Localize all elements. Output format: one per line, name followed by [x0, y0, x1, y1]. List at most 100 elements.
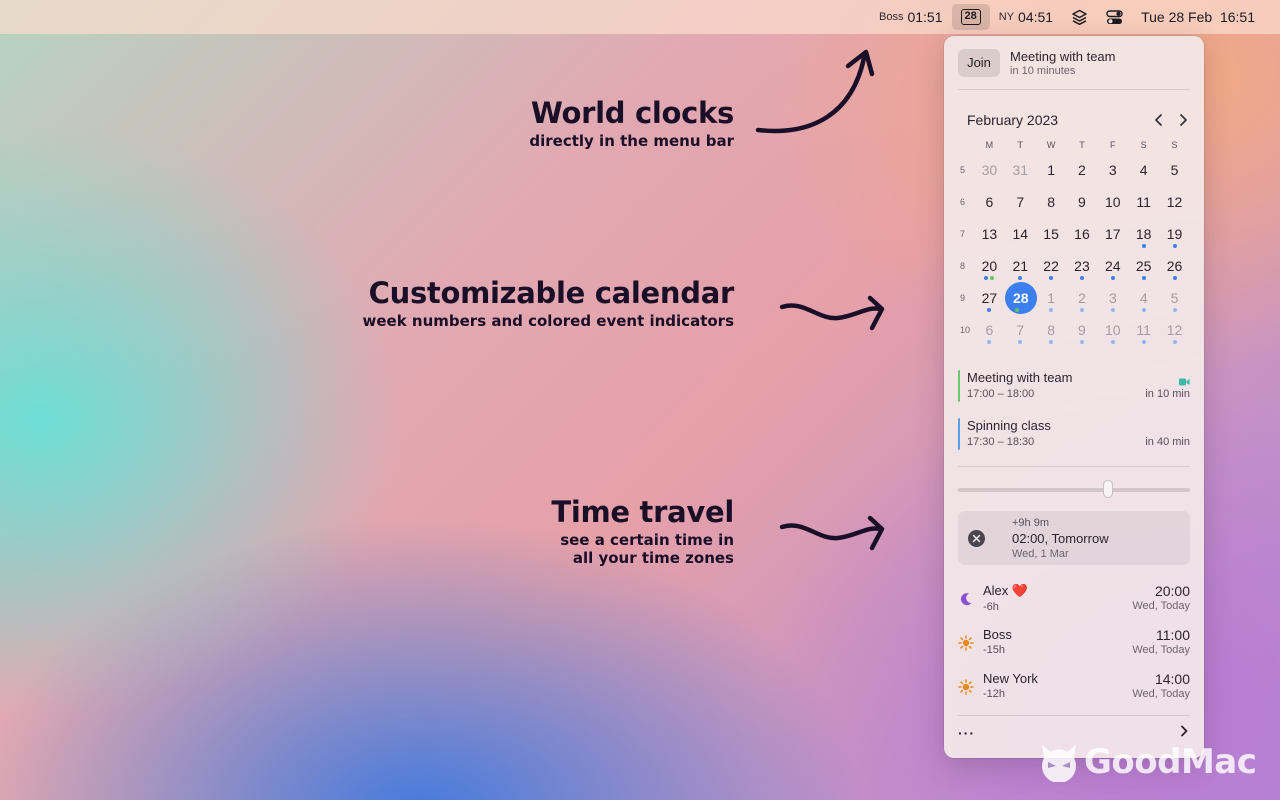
week-number: 6: [960, 197, 966, 207]
event-indicators: [1128, 340, 1159, 344]
calendar-day[interactable]: 4: [1128, 154, 1159, 186]
day-number: 2: [1078, 290, 1086, 306]
time-travel-slider[interactable]: [958, 467, 1190, 511]
calendar-day[interactable]: 6: [974, 186, 1005, 218]
join-button[interactable]: Join: [958, 48, 1000, 77]
calendar-day[interactable]: 31: [1005, 154, 1036, 186]
calendar-day[interactable]: 3: [1097, 282, 1128, 314]
event-indicators: [1097, 276, 1128, 280]
event-dot: [1018, 340, 1023, 344]
slider-track[interactable]: [958, 488, 1190, 492]
calendar-day[interactable]: 2: [1067, 282, 1098, 314]
event-title: Meeting with team: [967, 370, 1073, 385]
calendar-day[interactable]: 11: [1128, 314, 1159, 346]
event-dot: [1049, 308, 1054, 312]
calendar-day[interactable]: 8: [1036, 186, 1067, 218]
calendar-day[interactable]: 5: [1159, 154, 1190, 186]
layers-icon[interactable]: [1062, 4, 1097, 30]
calendar-day[interactable]: 26: [1159, 250, 1190, 282]
calendar-day[interactable]: 27: [974, 282, 1005, 314]
calendar-day[interactable]: 19: [1159, 218, 1190, 250]
event-indicators: [1005, 340, 1036, 344]
calendar-day[interactable]: 6: [974, 314, 1005, 346]
day-number: 5: [1170, 290, 1179, 306]
day-number: 6: [985, 322, 994, 338]
day-number: 11: [1136, 322, 1151, 338]
day-number: 18: [1135, 226, 1152, 242]
event-time: 17:30 – 18:30: [967, 436, 1035, 448]
calendar-day[interactable]: 22: [1036, 250, 1067, 282]
watermark-text: GoodMac: [1084, 742, 1257, 782]
chevron-right-icon[interactable]: [1178, 724, 1190, 742]
next-meeting-info: Meeting with team in 10 minutes: [1010, 49, 1116, 77]
calendar-day[interactable]: 8: [1036, 314, 1067, 346]
calendar-week-row: 7 13 14 15 16 17 18 19: [958, 218, 1190, 250]
control-center-icon[interactable]: [1097, 4, 1132, 30]
calendar-day[interactable]: 16: [1067, 218, 1098, 250]
calendar-day[interactable]: 25: [1128, 250, 1159, 282]
day-number: 15: [1043, 226, 1059, 242]
calendar-day[interactable]: 13: [974, 218, 1005, 250]
menubar-clock-boss[interactable]: Boss 01:51: [870, 4, 952, 30]
calendar-day[interactable]: 2: [1067, 154, 1098, 186]
arrow-icon: [755, 49, 875, 134]
calendar-day[interactable]: 23: [1067, 250, 1098, 282]
calendar-day-icon: 28: [960, 9, 981, 25]
calendar-day[interactable]: 24: [1097, 250, 1128, 282]
event-relative: in 40 min: [1145, 436, 1190, 448]
calendar-day[interactable]: 9: [1067, 186, 1098, 218]
event-indicators: [1159, 276, 1190, 280]
time-zone-row[interactable]: New York -12h 14:00 Wed, Today: [958, 671, 1190, 715]
day-number: 10: [1105, 194, 1121, 210]
chevron-left-icon[interactable]: [1152, 113, 1166, 127]
event-indicators: [1036, 308, 1067, 312]
menubar-calendar-button[interactable]: 28: [951, 4, 990, 30]
calendar-day[interactable]: 14: [1005, 218, 1036, 250]
calendar-day[interactable]: 15: [1036, 218, 1067, 250]
calendar-day[interactable]: 30: [974, 154, 1005, 186]
calendar-day[interactable]: 20: [974, 250, 1005, 282]
calendar-day-today[interactable]: 28: [1004, 282, 1037, 314]
event-item[interactable]: Meeting with team 17:00 – 18:00 in 10 min: [958, 370, 1190, 404]
calendar-day[interactable]: 17: [1097, 218, 1128, 250]
day-number: 9: [1078, 322, 1086, 338]
menubar-datetime[interactable]: Tue 28 Feb 16:51: [1132, 4, 1264, 30]
time-zone-row[interactable]: Boss -15h 11:00 Wed, Today: [958, 627, 1190, 671]
calendar-day[interactable]: 1: [1036, 282, 1067, 314]
event-indicators: [1128, 308, 1159, 312]
event-dot: [1049, 340, 1054, 344]
calendar-day[interactable]: 21: [1005, 250, 1036, 282]
month-title: February 2023: [967, 112, 1059, 128]
menubar-clock-ny[interactable]: NY 04:51: [990, 4, 1062, 30]
calendar-day[interactable]: 18: [1128, 218, 1159, 250]
calendar-day[interactable]: 11: [1128, 186, 1159, 218]
calendar-grid: M T W T F S S 5 30 31 1 2 3 4 5 6 6 7 8 9 10 11 12 7 13 14 15 16 17 1…: [958, 140, 1190, 346]
weekday-label: F: [1110, 140, 1116, 150]
event-indicators: [1159, 244, 1190, 248]
day-number: 27: [981, 290, 998, 306]
calendar-day[interactable]: 7: [1005, 186, 1036, 218]
calendar-day[interactable]: 1: [1036, 154, 1067, 186]
calendar-day[interactable]: 4: [1128, 282, 1159, 314]
calendar-day[interactable]: 10: [1097, 186, 1128, 218]
calendar-day[interactable]: 9: [1067, 314, 1098, 346]
calendar-day[interactable]: 5: [1159, 282, 1190, 314]
weekday-label: S: [1140, 140, 1147, 150]
event-dot: [1141, 340, 1146, 344]
time-travel-card: +9h 9m 02:00, Tomorrow Wed, 1 Mar: [958, 511, 1190, 565]
day-number: 6: [985, 194, 994, 210]
calendar-day[interactable]: 7: [1005, 314, 1036, 346]
day-number: 26: [1166, 258, 1183, 274]
calendar-day[interactable]: 10: [1097, 314, 1128, 346]
chevron-right-icon[interactable]: [1176, 113, 1190, 127]
time-zone-row[interactable]: Alex ❤️ -6h 20:00 Wed, Today: [958, 583, 1190, 627]
close-icon[interactable]: [968, 530, 985, 547]
video-camera-icon[interactable]: [1179, 373, 1190, 391]
event-item[interactable]: Spinning class 17:30 – 18:30 in 40 min: [958, 418, 1190, 452]
slider-thumb[interactable]: [1103, 480, 1113, 498]
event-indicators: [974, 276, 1005, 280]
calendar-day[interactable]: 3: [1097, 154, 1128, 186]
calendar-day[interactable]: 12: [1159, 186, 1190, 218]
calendar-day[interactable]: 12: [1159, 314, 1190, 346]
more-button[interactable]: ···: [958, 725, 975, 741]
